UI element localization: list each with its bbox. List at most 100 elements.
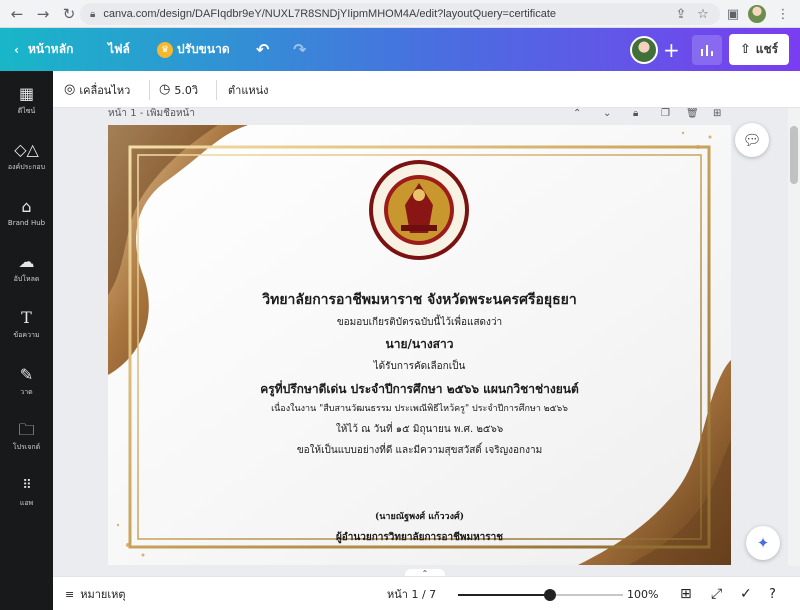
- duration-button[interactable]: ◷ 5.0วิ: [159, 71, 198, 108]
- duplicate-page-icon[interactable]: ❐: [661, 108, 670, 119]
- animate-button[interactable]: ◎ เคลื่อนไหว: [64, 71, 130, 108]
- crown-icon: ♛: [157, 41, 173, 58]
- brand-icon: ⌂: [21, 197, 32, 216]
- extension-square-icon[interactable]: ▣: [722, 3, 744, 25]
- page-chevron-up-icon[interactable]: ⌃: [573, 108, 581, 119]
- notes-button[interactable]: ≡ หมายเหตุ: [65, 577, 126, 610]
- vertical-scrollbar[interactable]: [788, 108, 800, 566]
- sidebar-item-uploads[interactable]: ☁ อัปโหลด: [0, 253, 53, 285]
- home-button[interactable]: ‹ หน้าหลัก: [14, 28, 73, 71]
- check-circle-icon[interactable]: ✓: [740, 577, 752, 610]
- animate-icon: ◎: [64, 82, 76, 97]
- sidebar-item-label: ดีไซน์: [17, 107, 36, 115]
- bottom-bar: ≡ หมายเหตุ หน้า 1 / 7 100% ⊞ ⤢ ✓ ?: [53, 576, 800, 610]
- file-label: ไฟล์: [108, 42, 130, 56]
- sidebar-item-text[interactable]: T ข้อความ: [0, 309, 53, 341]
- delete-page-icon[interactable]: 🗑︎: [686, 108, 699, 119]
- url-text: canva.com/design/DAFIqdbr9eY/NUXL7R8SNDj…: [103, 8, 557, 20]
- layout-icon: ▦: [18, 84, 35, 103]
- intro-text[interactable]: ขอมอบเกียรติบัตรฉบับนี้ไว้เพื่อแสดงว่า: [108, 315, 731, 330]
- award-title[interactable]: ครูที่ปรึกษาดีเด่น ประจำปีการศึกษา ๒๕๖๖ …: [108, 380, 731, 399]
- share-button[interactable]: ⇧ แชร์: [729, 34, 789, 65]
- home-label: หน้าหลัก: [27, 42, 74, 56]
- left-sidebar: ▦ ดีไซน์ ◇△ องค์ประกอบ ⌂ Brand Hub ☁ อัป…: [0, 71, 53, 610]
- profile-avatar[interactable]: [746, 3, 768, 25]
- upload-icon: ☁: [18, 252, 35, 271]
- sidebar-item-elements[interactable]: ◇△ องค์ประกอบ: [0, 141, 53, 173]
- address-bar[interactable]: 🔒︎ canva.com/design/DAFIqdbr9eY/NUXL7R8S…: [80, 3, 720, 25]
- resize-label: ปรับขนาด: [177, 42, 230, 56]
- apps-icon: ⠿: [22, 478, 31, 493]
- context-toolbar: ◎ เคลื่อนไหว ◷ 5.0วิ ตำแหน่ง: [53, 71, 800, 108]
- divider: [149, 80, 150, 100]
- upload-share-icon: ⇧: [739, 42, 751, 57]
- notes-icon: ≡: [65, 587, 75, 601]
- file-menu-button[interactable]: ไฟล์: [108, 28, 130, 71]
- certificate-page[interactable]: วิทยาลัยการอาชีพมหาราช จังหวัดพระนครศรีอ…: [108, 125, 731, 565]
- duration-label: 5.0วิ: [174, 83, 199, 97]
- magic-assistant-icon[interactable]: ✦: [746, 526, 780, 560]
- fullscreen-icon[interactable]: ⤢: [711, 577, 722, 610]
- occasion-text[interactable]: เนื่องในงาน "สืบสานวัฒนธรรม ประเพณีพิธีไ…: [108, 401, 731, 415]
- lock-icon: 🔒︎: [90, 8, 96, 20]
- page-indicator[interactable]: หน้า 1 / 7: [387, 577, 436, 610]
- sidebar-item-label: องค์ประกอบ: [7, 163, 46, 171]
- text-icon: T: [21, 308, 32, 327]
- zoom-slider-handle[interactable]: [544, 589, 557, 601]
- analytics-icon[interactable]: [692, 35, 722, 65]
- recipient-name[interactable]: นาย/นางสาว: [108, 335, 731, 354]
- blessing-text[interactable]: ขอให้เป็นแบบอย่างที่ดี และมีความสุขสวัสด…: [108, 443, 731, 458]
- position-label: ตำแหน่ง: [228, 83, 269, 97]
- resize-button[interactable]: ♛ ปรับขนาด: [157, 28, 230, 71]
- sidebar-item-brand-hub[interactable]: ⌂ Brand Hub: [0, 197, 53, 228]
- zoom-slider-fill: [458, 594, 551, 596]
- help-icon[interactable]: ?: [769, 577, 776, 610]
- sidebar-item-label: แอพ: [19, 499, 34, 507]
- sidebar-item-apps[interactable]: ⠿ แอพ: [0, 477, 53, 509]
- add-people-icon[interactable]: +: [663, 28, 680, 71]
- folder-icon: 🗀︎: [18, 420, 35, 439]
- zoom-level[interactable]: 100%: [627, 577, 658, 610]
- sidebar-item-label: โปรเจกต์: [12, 443, 41, 451]
- sidebar-item-label: ข้อความ: [13, 331, 40, 339]
- sidebar-item-projects[interactable]: 🗀︎ โปรเจกต์: [0, 421, 53, 453]
- elements-icon: ◇△: [14, 140, 39, 159]
- clock-icon: ◷: [159, 82, 171, 97]
- sidebar-item-draw[interactable]: ✎ วาด: [0, 366, 53, 398]
- browser-menu-icon[interactable]: ⋮: [772, 3, 794, 25]
- date-line[interactable]: ให้ไว้ ณ วันที่ ๑๕ มิถุนายน พ.ศ. ๒๕๖๖: [108, 422, 731, 437]
- institution-name[interactable]: วิทยาลัยการอาชีพมหาราช จังหวัดพระนครศรีอ…: [108, 289, 731, 311]
- lock-page-icon[interactable]: 🔒︎: [633, 108, 638, 119]
- canvas-workspace[interactable]: หน้า 1 - เพิ่มชื่อหน้า ⌃ ⌄ 🔒︎ ❐ 🗑︎ ⊞ วิท…: [53, 108, 800, 566]
- undo-icon[interactable]: ↶: [256, 28, 269, 71]
- page-chevron-down-icon[interactable]: ⌄: [603, 108, 611, 119]
- animate-label: เคลื่อนไหว: [79, 83, 131, 97]
- sidebar-item-design[interactable]: ▦ ดีไซน์: [0, 85, 53, 117]
- position-button[interactable]: ตำแหน่ง: [228, 71, 269, 108]
- sidebar-item-label: Brand Hub: [7, 219, 46, 227]
- redo-icon[interactable]: ↷: [293, 28, 306, 71]
- comment-add-icon[interactable]: 💬︎: [735, 123, 769, 157]
- selected-as-text[interactable]: ได้รับการคัดเลือกเป็น: [108, 359, 731, 374]
- forward-icon[interactable]: →: [32, 3, 54, 25]
- signer-title[interactable]: ผู้อำนวยการวิทยาลัยการอาชีพมหาราช: [108, 530, 731, 545]
- bookmark-star-icon[interactable]: ☆: [692, 3, 714, 25]
- chevron-left-icon: ‹: [14, 42, 19, 57]
- browser-toolbar: ← → ↻ 🔒︎ canva.com/design/DAFIqdbr9eY/NU…: [0, 0, 800, 28]
- sidebar-item-label: วาด: [20, 388, 33, 396]
- notes-label: หมายเหตุ: [80, 588, 126, 601]
- zoom-slider[interactable]: [458, 589, 623, 601]
- back-icon[interactable]: ←: [6, 3, 28, 25]
- sidebar-item-label: อัปโหลด: [13, 275, 40, 283]
- grid-view-icon[interactable]: ⊞: [680, 577, 692, 610]
- team-avatar[interactable]: [630, 28, 658, 71]
- add-page-icon[interactable]: ⊞: [713, 108, 721, 119]
- page-title[interactable]: หน้า 1 - เพิ่มชื่อหน้า: [108, 108, 195, 121]
- share-page-icon[interactable]: ⇪: [670, 3, 692, 25]
- reload-icon[interactable]: ↻: [58, 3, 80, 25]
- editor-header: ‹ หน้าหลัก ไฟล์ ♛ ปรับขนาด ↶ ↷ + ⇧ แชร์: [0, 28, 800, 71]
- share-label: แชร์: [755, 42, 779, 56]
- divider: [216, 80, 217, 100]
- draw-icon: ✎: [19, 365, 34, 384]
- signer-name[interactable]: (นายณัฐพงศ์ แก้ววงศ์): [108, 509, 731, 523]
